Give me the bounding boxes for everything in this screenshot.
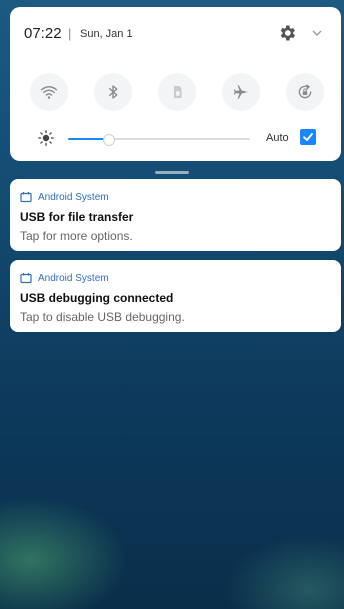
bluetooth-toggle[interactable] <box>94 73 132 111</box>
notification-title: USB for file transfer <box>20 210 134 224</box>
quick-settings-tiles <box>30 73 324 113</box>
drag-handle[interactable] <box>155 171 189 174</box>
airplane-icon <box>233 85 248 99</box>
date: Sun, Jan 1 <box>80 28 133 40</box>
sim-card-icon <box>174 86 182 98</box>
brightness-row: Auto <box>24 128 327 150</box>
checkmark-icon <box>303 133 313 141</box>
sim-card-toggle[interactable] <box>158 73 196 111</box>
rotation-lock-icon <box>298 84 312 99</box>
notification-usb-debugging[interactable]: Android System USB debugging connected T… <box>10 260 341 332</box>
android-system-icon <box>20 273 32 284</box>
notification-text: Tap for more options. <box>20 229 133 243</box>
auto-brightness-label: Auto <box>266 132 289 144</box>
brightness-slider-fill <box>68 138 108 140</box>
notification-app-name: Android System <box>38 272 109 284</box>
notification-title: USB debugging connected <box>20 291 174 305</box>
chevron-down-icon[interactable] <box>311 27 323 39</box>
wifi-toggle[interactable] <box>30 73 68 111</box>
brightness-icon <box>38 130 54 146</box>
notification-app-header: Android System <box>20 271 109 285</box>
rotation-lock-toggle[interactable] <box>286 73 324 111</box>
brightness-slider-thumb[interactable] <box>103 134 115 146</box>
gear-icon[interactable] <box>277 23 297 43</box>
airplane-mode-toggle[interactable] <box>222 73 260 111</box>
notification-app-name: Android System <box>38 191 109 203</box>
header-separator: | <box>68 26 72 41</box>
auto-brightness-checkbox[interactable] <box>300 129 316 145</box>
quick-settings-header: 07:22 | Sun, Jan 1 <box>24 23 327 45</box>
bluetooth-icon <box>108 85 118 99</box>
notification-app-header: Android System <box>20 190 109 204</box>
wifi-icon <box>40 86 58 99</box>
brightness-slider[interactable] <box>68 134 250 146</box>
notification-usb-file-transfer[interactable]: Android System USB for file transfer Tap… <box>10 179 341 251</box>
android-system-icon <box>20 192 32 203</box>
quick-settings-panel: 07:22 | Sun, Jan 1 Auto <box>10 7 341 161</box>
notification-text: Tap to disable USB debugging. <box>20 310 185 324</box>
clock: 07:22 <box>24 25 62 42</box>
